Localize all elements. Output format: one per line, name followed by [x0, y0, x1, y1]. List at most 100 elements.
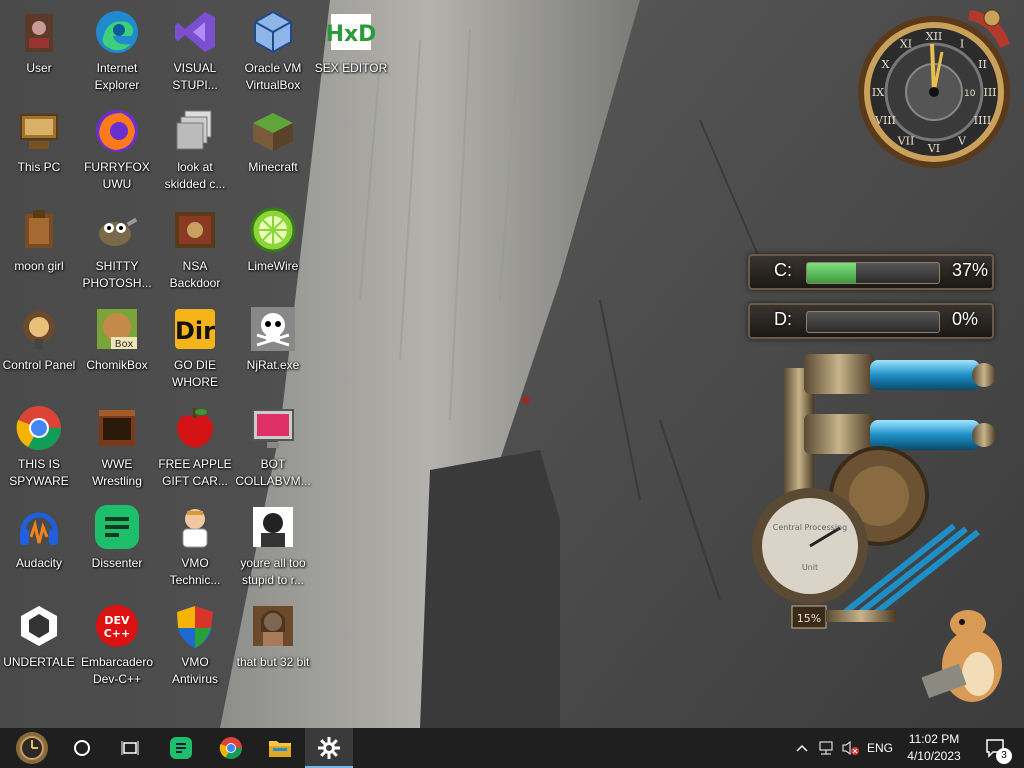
desktop-icon-label: Oracle VM VirtualBox	[244, 61, 302, 92]
cpu-gauge-unit: Unit	[802, 563, 818, 572]
clock-numeral: XI	[900, 38, 912, 51]
clock-numeral: V	[957, 134, 967, 147]
desktop-icon-label: VMO Antivirus	[171, 655, 218, 686]
chrome-icon	[15, 404, 63, 452]
desktop-icon[interactable]: THIS IS SPYWARE	[0, 398, 78, 494]
desktop-icon[interactable]: BOT COLLABVM...	[234, 398, 312, 494]
drive-usage-bar	[806, 311, 940, 333]
dissenter-taskbar-icon	[170, 737, 192, 759]
virtualbox-icon	[249, 8, 297, 56]
desktop-icon[interactable]: LimeWire	[234, 200, 312, 296]
steampunk-start-icon	[16, 732, 48, 764]
desktop-icon-label: moon girl	[14, 259, 64, 273]
desktop-icon[interactable]: Dir GO DIE WHORE	[156, 299, 234, 395]
limewire-icon	[249, 206, 297, 254]
steampunk-cpu-gauge-widget[interactable]: Central Processing Unit 15%	[744, 348, 1000, 648]
tray-show-hidden-button[interactable]	[790, 728, 814, 768]
desktop-icon-label: BOT COLLABVM...	[235, 457, 311, 488]
drive-c-meter[interactable]: C: 37%	[748, 254, 994, 294]
svg-text:HxD: HxD	[327, 22, 375, 47]
desktop-icon[interactable]: Minecraft	[234, 101, 312, 197]
desktop-icon[interactable]: SHITTY PHOTOSH...	[78, 200, 156, 296]
visual-studio-icon	[171, 8, 219, 56]
taskbar-chrome[interactable]	[207, 728, 255, 768]
desktop-icon[interactable]: NjRat.exe	[234, 299, 312, 395]
task-view-button[interactable]	[106, 728, 154, 768]
desktop-icon[interactable]: NSA Backdoor	[156, 200, 234, 296]
minecraft-icon	[249, 107, 297, 155]
desktop-icon[interactable]: youre all too stupid to r...	[234, 497, 312, 593]
svg-text:C++: C++	[104, 627, 131, 640]
task-view-icon	[121, 741, 139, 755]
desktop-icon[interactable]: Oracle VM VirtualBox	[234, 2, 312, 98]
desktop-icon[interactable]: User	[0, 2, 78, 98]
desktop-icon[interactable]: that but 32 bit	[234, 596, 312, 692]
svg-text:Dir: Dir	[175, 317, 215, 345]
desktop-icon[interactable]: look at skidded c...	[156, 101, 234, 197]
desktop-icon-label: SHITTY PHOTOSH...	[82, 259, 152, 290]
desktop-icon[interactable]: This PC	[0, 101, 78, 197]
cortana-button[interactable]	[58, 728, 106, 768]
tray-volume-button[interactable]	[838, 728, 862, 768]
taskbar-settings[interactable]	[305, 728, 353, 768]
desktop-icon-label: THIS IS SPYWARE	[9, 457, 69, 488]
clock-numeral: X	[882, 58, 890, 71]
monitor-icon	[249, 404, 297, 452]
network-icon	[819, 741, 833, 755]
language-indicator: ENG	[866, 741, 893, 755]
audacity-icon	[15, 503, 63, 551]
control-panel-icon	[15, 305, 63, 353]
desktop-icon-label: Embarcadero Dev-C++	[80, 655, 154, 686]
portrait-icon	[249, 503, 297, 551]
desktop-icon[interactable]: VMO Antivirus	[156, 596, 234, 692]
tray-time: 11:02 PM	[908, 732, 960, 746]
skull-icon	[249, 305, 297, 353]
desktop-icon[interactable]: VISUAL STUPI...	[156, 2, 234, 98]
start-button[interactable]	[6, 728, 58, 768]
desktop-icon[interactable]: FREE APPLE GIFT CAR...	[156, 398, 234, 494]
action-center-button[interactable]: 3	[976, 728, 1016, 768]
taskbar-dissenter[interactable]	[157, 728, 205, 768]
taskbar: ENG 11:02 PM 4/10/2023 3	[0, 728, 1024, 768]
cpu-gauge-title: Central Processing	[773, 523, 847, 532]
desktop-icon[interactable]: Box ChomikBox	[78, 299, 156, 395]
chevron-up-icon	[796, 744, 808, 752]
dissenter-icon	[93, 503, 141, 551]
steampunk-clock-widget[interactable]: XIIIIIIIIIIIIVVIVIIVIIIIXXXI 10	[850, 4, 1020, 170]
director-icon: Dir	[171, 305, 219, 353]
desktop-icon-label: VMO Technic...	[169, 556, 221, 587]
desktop-icon-label: Minecraft	[248, 160, 298, 174]
desktop-icon[interactable]: Dissenter	[78, 497, 156, 593]
shield-icon	[171, 602, 219, 650]
clock-numeral: XII	[926, 30, 943, 43]
desktop-icon[interactable]: FURRYFOX UWU	[78, 101, 156, 197]
desktop-icon-label: that but 32 bit	[236, 655, 310, 669]
desktop-icon-label: Internet Explorer	[94, 61, 140, 92]
desktop-icon[interactable]: moon girl	[0, 200, 78, 296]
desktop-icon-label: LimeWire	[247, 259, 299, 273]
desktop-icon[interactable]: VMO Technic...	[156, 497, 234, 593]
desktop-icon-label: youre all too stupid to r...	[240, 556, 306, 587]
desktop-icon[interactable]: WWE Wrestling	[78, 398, 156, 494]
desktop-icon-label: FREE APPLE GIFT CAR...	[158, 457, 232, 488]
desktop-icon[interactable]: UNDERTALE	[0, 596, 78, 692]
copies-icon	[171, 107, 219, 155]
clock-date-day: 10	[964, 89, 976, 99]
tray-language-button[interactable]: ENG	[862, 728, 898, 768]
desktop-icon[interactable]: Control Panel	[0, 299, 78, 395]
desktop-icon[interactable]: Internet Explorer	[78, 2, 156, 98]
devcpp-icon: DEV C++	[93, 602, 141, 650]
desktop-icon[interactable]: DEV C++ Embarcadero Dev-C++	[78, 596, 156, 692]
drive-letter: C:	[774, 260, 792, 280]
desktop-icon[interactable]: Audacity	[0, 497, 78, 593]
drive-usage-fill	[807, 263, 856, 283]
drive-d-meter[interactable]: D: 0%	[748, 303, 994, 343]
taskbar-file-explorer[interactable]	[256, 728, 304, 768]
tray-clock-button[interactable]: 11:02 PM 4/10/2023	[900, 728, 968, 768]
tray-network-button[interactable]	[814, 728, 838, 768]
desktop-icon-label: Control Panel	[2, 358, 76, 372]
clock-numeral: VI	[927, 142, 940, 155]
portrait-lady-icon	[249, 602, 297, 650]
technician-icon	[171, 503, 219, 551]
desktop-icon[interactable]: HxD SEX EDITOR	[312, 2, 390, 98]
